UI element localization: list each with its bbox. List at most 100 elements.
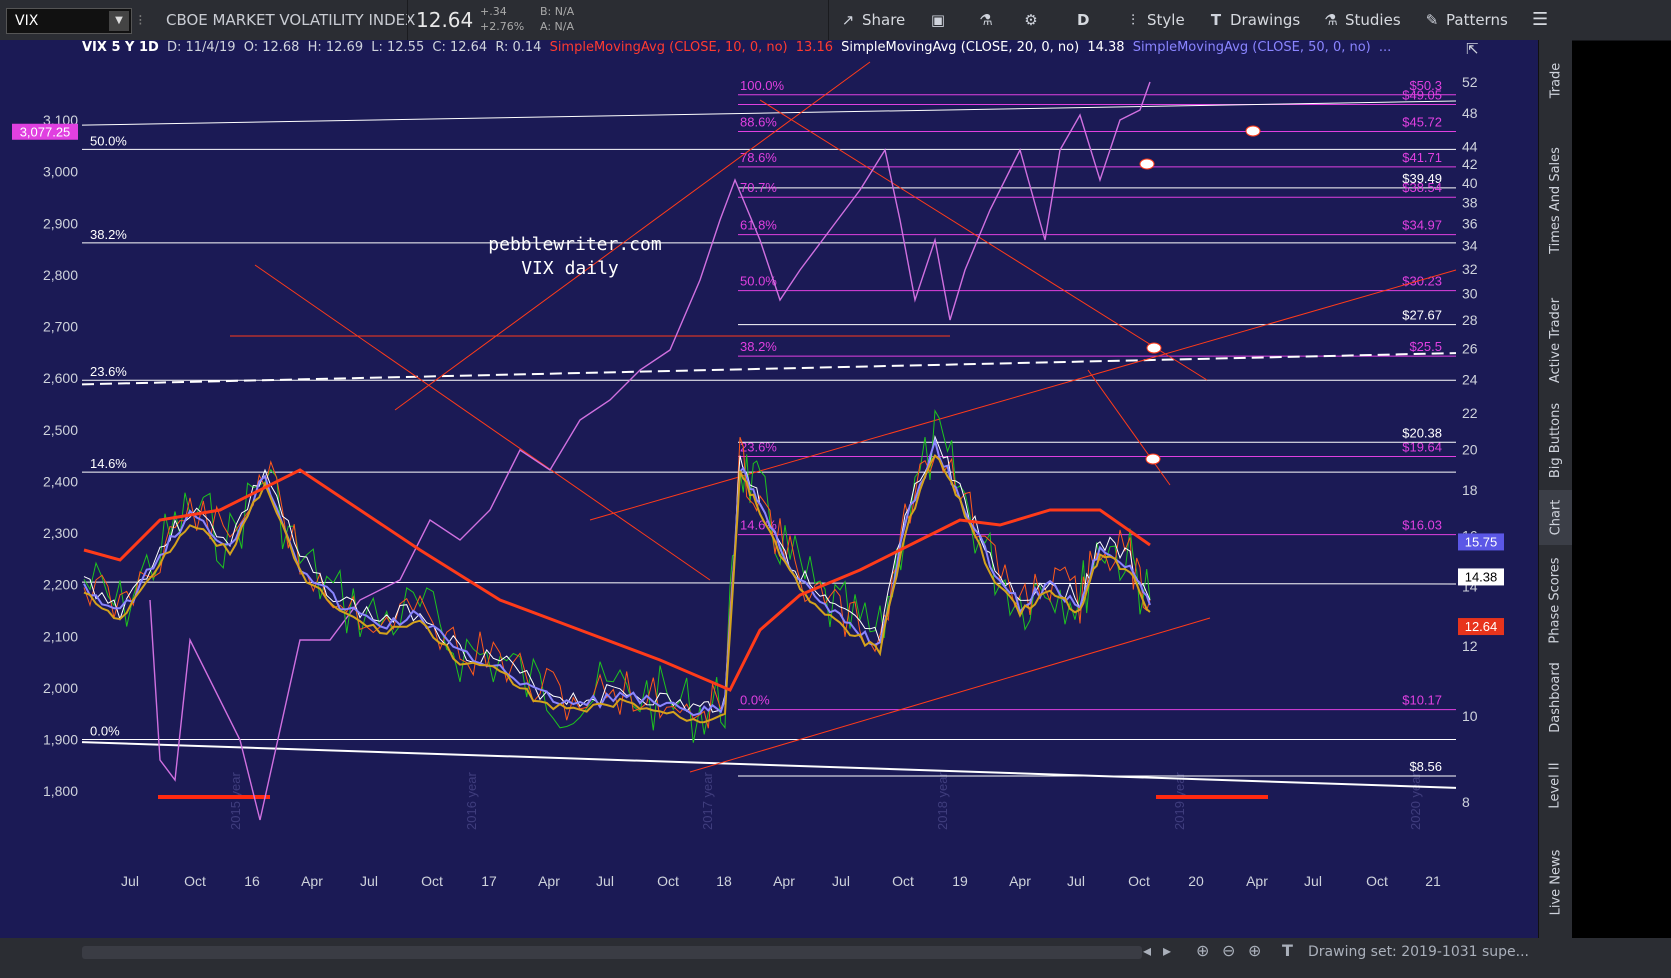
- sma20-value: 14.38: [1087, 40, 1125, 55]
- x-axis-tick: Oct: [1366, 873, 1388, 889]
- side-tab-big-buttons[interactable]: Big Buttons: [1539, 395, 1572, 485]
- side-tab-active-trader[interactable]: Active Trader: [1539, 290, 1572, 390]
- fib-label-vix: 70.7%: [740, 180, 777, 195]
- price-badge-label: 12.64: [1465, 619, 1498, 634]
- x-axis-tick: Oct: [1128, 873, 1150, 889]
- bottom-bar: ◂ ▸ ⊕ ⊖ ⊕ T Drawing set: 2019-1031 supe.…: [0, 938, 1671, 978]
- x-axis-tick: Apr: [538, 873, 560, 889]
- channel-line: [759, 99, 1208, 381]
- x-axis-tick: Jul: [832, 873, 850, 889]
- last-price: 12.64: [416, 8, 474, 32]
- chart-header: VIX 5 Y 1D D: 11/4/19 O: 12.68 H: 12.69 …: [82, 40, 1395, 57]
- side-tab-live-news[interactable]: Live News: [1539, 835, 1572, 930]
- camera-icon: ▣: [930, 11, 946, 29]
- price-change-pct: +2.76%: [480, 20, 525, 33]
- crosshair-icon[interactable]: ⊕: [1196, 941, 1209, 960]
- link-icon[interactable]: ⁝: [138, 11, 143, 29]
- drawings-button[interactable]: T Drawings: [1208, 11, 1300, 35]
- symbol-input[interactable]: VIX ▼: [6, 8, 132, 34]
- fib-label-vix: 100.0%: [740, 78, 785, 93]
- x-axis-tick: Jul: [360, 873, 378, 889]
- right-axis-tick: 24: [1462, 371, 1478, 387]
- menu-button[interactable]: ☰: [1532, 9, 1548, 33]
- chevron-down-icon[interactable]: ▼: [109, 11, 129, 31]
- side-tab-chart[interactable]: Chart: [1539, 490, 1572, 545]
- chart-canvas[interactable]: 3,1003,0002,9002,8002,7002,6002,5002,400…: [0, 40, 1538, 938]
- header-date: D: 11/4/19: [166, 40, 236, 55]
- side-tab-dashboard[interactable]: Dashboard: [1539, 655, 1572, 740]
- right-axis-tick: 30: [1462, 286, 1478, 302]
- x-axis-tick: Jul: [121, 873, 139, 889]
- side-tab-level-ii[interactable]: Level II: [1539, 745, 1572, 825]
- settings-button[interactable]: ⚙: [1023, 11, 1045, 35]
- spx-last-badge-label: 3,077.25: [20, 125, 71, 140]
- studies-button[interactable]: ⚗ Studies: [1323, 11, 1401, 35]
- flask-button[interactable]: ⚗: [978, 11, 1000, 35]
- right-axis-tick: 36: [1462, 215, 1478, 231]
- x-axis-tick: Jul: [1304, 873, 1322, 889]
- fib-price-label: $49.05: [1402, 87, 1442, 102]
- side-panel: Trade Times And Sales Active Trader Big But…: [1538, 40, 1572, 938]
- pattern-icon: ✎: [1425, 11, 1439, 29]
- fib-price-label: $45.72: [1402, 115, 1442, 130]
- channel-line: [254, 264, 711, 581]
- drawing-marker: [1139, 158, 1155, 170]
- price-change: +.34: [480, 5, 507, 18]
- symbol-text: VIX: [15, 13, 39, 29]
- fib-price-label: $34.97: [1402, 218, 1442, 233]
- style-label: Style: [1147, 11, 1185, 29]
- fib-label-vix: 0.0%: [740, 693, 770, 708]
- x-axis-tick: 19: [952, 873, 968, 889]
- ask-value: A: N/A: [540, 20, 574, 33]
- scroll-right-icon[interactable]: ▸: [1163, 941, 1171, 960]
- fib-price-label: $10.17: [1402, 693, 1442, 708]
- share-button[interactable]: ↗ Share: [840, 11, 906, 35]
- snapshot-button[interactable]: ▣: [930, 11, 952, 35]
- share-icon: ↗: [841, 11, 855, 29]
- fib-price-label: $19.64: [1402, 440, 1442, 455]
- right-axis-tick: 20: [1462, 442, 1478, 458]
- fib-label-vix: 78.6%: [740, 150, 777, 165]
- style-button[interactable]: ⫶ Style: [1125, 11, 1185, 35]
- sma10-label: SimpleMovingAvg (CLOSE, 10, 0, no): [549, 40, 788, 55]
- fib-price-label: $38.54: [1402, 180, 1442, 195]
- side-tab-times-and-sales[interactable]: Times And Sales: [1539, 120, 1572, 280]
- patterns-label: Patterns: [1446, 11, 1508, 29]
- left-axis-tick: 2,800: [43, 267, 78, 283]
- drawing-marker: [1145, 453, 1161, 465]
- studies-label: Studies: [1345, 11, 1401, 29]
- chart-title: pebblewriter.com: [488, 234, 661, 255]
- side-tab-phase-scores[interactable]: Phase Scores: [1539, 550, 1572, 650]
- fib-price-label: $16.03: [1402, 518, 1442, 533]
- scroll-left-icon[interactable]: ◂: [1143, 941, 1151, 960]
- header-open: O: 12.68: [243, 40, 300, 55]
- x-axis-tick: 16: [244, 873, 260, 889]
- year-watermark: 2019 year: [1172, 772, 1187, 830]
- zoom-out-icon[interactable]: ⊖: [1222, 941, 1235, 960]
- zoom-in-icon[interactable]: ⊕: [1248, 941, 1261, 960]
- gear-icon: ⚙: [1024, 11, 1038, 29]
- x-axis-tick: Apr: [1246, 873, 1268, 889]
- dashed-trendline: [81, 352, 1457, 386]
- drawing-marker: [1245, 125, 1261, 137]
- fib-label-left: 23.6%: [90, 364, 127, 379]
- fib-label-vix: 88.6%: [740, 115, 777, 130]
- x-axis-tick: Oct: [421, 873, 443, 889]
- side-tab-trade[interactable]: Trade: [1539, 45, 1572, 115]
- bid-value: B: N/A: [540, 5, 575, 18]
- left-axis-tick: 1,800: [43, 783, 78, 799]
- header-range: R: 0.14: [495, 40, 542, 55]
- x-axis-tick: Apr: [301, 873, 323, 889]
- fib-price-label: $41.71: [1402, 150, 1442, 165]
- time-scrollbar[interactable]: [82, 946, 1142, 959]
- text-tool-icon: T: [1210, 11, 1222, 29]
- fib-price-label: $20.38: [1402, 425, 1442, 440]
- left-axis-tick: 1,900: [43, 732, 78, 748]
- timeframe-button[interactable]: D: [1077, 11, 1089, 35]
- drawing-marker: [1146, 342, 1162, 354]
- fib-label-vix: 38.2%: [740, 339, 777, 354]
- patterns-button[interactable]: ✎ Patterns: [1424, 11, 1508, 35]
- fib-label-left: 38.2%: [90, 227, 127, 242]
- text-tool-icon[interactable]: T: [1282, 941, 1293, 960]
- left-axis-tick: 2,700: [43, 319, 78, 335]
